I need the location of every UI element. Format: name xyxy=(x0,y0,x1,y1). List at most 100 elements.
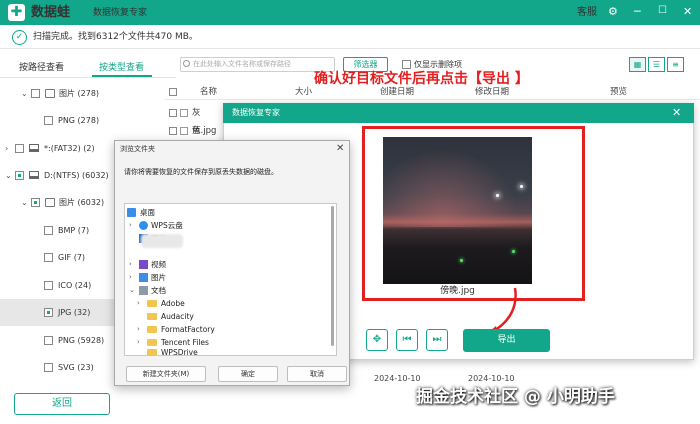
search-input[interactable]: 在此处输入文件名称或保存路径 xyxy=(180,57,335,72)
image-file-icon xyxy=(180,127,188,135)
tree-item-label: SVG (23) xyxy=(58,363,94,372)
folder-label: Audacity xyxy=(161,312,194,321)
detail-view-icon[interactable]: ≡ xyxy=(667,57,684,72)
previous-icon[interactable]: ⏮ xyxy=(396,329,418,351)
customer-service-link[interactable]: 客服 xyxy=(577,6,597,19)
folder-icon xyxy=(147,300,157,307)
chevron-down-icon[interactable]: ⌄ xyxy=(21,80,28,107)
street-light xyxy=(496,194,499,197)
tree-item-label: PNG (278) xyxy=(58,116,100,125)
minimize-icon[interactable]: ─ xyxy=(634,5,641,18)
checkbox[interactable] xyxy=(31,198,40,207)
folder-label: 图片 xyxy=(151,273,166,282)
created-date: 2024-10-10 xyxy=(374,374,421,383)
list-view-icon[interactable]: ☰ xyxy=(648,57,665,72)
folder-label: FormatFactory xyxy=(161,325,215,334)
instruction-annotation: 确认好目标文件后再点击【导出 】 xyxy=(314,71,529,87)
folder-icon xyxy=(147,313,157,320)
settings-icon[interactable]: ⚙ xyxy=(608,5,618,18)
scan-status-text: 扫描完成。找到6312个文件共470 MB。 xyxy=(33,32,198,42)
chevron-down-icon[interactable]: ⌄ xyxy=(129,284,135,297)
column-preview: 预览 xyxy=(610,87,628,97)
document-icon xyxy=(139,286,148,295)
folder-label: Adobe xyxy=(161,299,185,308)
checkbox[interactable] xyxy=(15,171,24,180)
browse-dialog-prompt: 请你将需要恢复的文件保存到原丢失数据的磁盘。 xyxy=(124,168,278,176)
tree-item-label: D:(NTFS) (6032) xyxy=(44,171,109,180)
desktop-icon xyxy=(127,208,136,217)
file-row[interactable]: 蓝天.jpg xyxy=(164,122,224,154)
checkbox[interactable] xyxy=(44,281,53,290)
column-name[interactable]: 名称 xyxy=(200,84,217,100)
chevron-right-icon[interactable]: › xyxy=(129,271,132,284)
cancel-button[interactable]: 取消 xyxy=(287,366,347,382)
file-row[interactable]: 灰色.jpg xyxy=(164,104,224,136)
video-icon xyxy=(139,260,148,269)
cloud-icon xyxy=(139,221,148,230)
folder-label: 文档 xyxy=(151,286,166,295)
tab-by-path[interactable]: 按路径查看 xyxy=(19,62,64,74)
chevron-down-icon[interactable]: ⌄ xyxy=(5,162,12,189)
checkbox[interactable] xyxy=(44,336,53,345)
chevron-right-icon[interactable]: › xyxy=(129,219,132,232)
drive-icon xyxy=(29,171,39,179)
tree-item-label: GIF (7) xyxy=(58,253,86,262)
close-icon[interactable]: ✕ xyxy=(672,106,681,119)
traffic-light xyxy=(460,259,463,262)
search-icon xyxy=(183,60,190,67)
folder-icon xyxy=(147,339,157,346)
checkbox[interactable] xyxy=(44,308,53,317)
folder-tree[interactable]: 桌面 › WPS云盘 图库 › 视频 › 图片 ⌄ 文档 › Adobe Aud… xyxy=(124,203,337,357)
chevron-right-icon[interactable]: › xyxy=(137,297,140,310)
close-icon[interactable]: ✕ xyxy=(683,5,692,18)
tree-item-label: BMP (7) xyxy=(58,226,90,235)
image-folder-icon xyxy=(45,198,55,207)
folder-label: WPS云盘 xyxy=(151,221,183,230)
chevron-right-icon[interactable]: › xyxy=(129,258,132,271)
tree-item-label: ICO (24) xyxy=(58,281,92,290)
chevron-down-icon[interactable]: ⌄ xyxy=(21,189,28,216)
checkbox[interactable] xyxy=(15,144,24,153)
checkbox[interactable] xyxy=(44,226,53,235)
folder-label: 桌面 xyxy=(140,208,155,217)
select-all-checkbox[interactable] xyxy=(169,88,177,96)
checkbox[interactable] xyxy=(169,109,177,117)
tree-item-label: JPG (32) xyxy=(58,308,91,317)
only-deleted-checkbox[interactable] xyxy=(402,60,411,69)
tree-item-png[interactable]: PNG (278) xyxy=(0,107,176,134)
tree-item-images[interactable]: ⌄ 图片 (278) xyxy=(0,80,176,107)
chevron-right-icon[interactable]: › xyxy=(5,135,8,162)
scrollbar[interactable] xyxy=(331,206,334,346)
back-button[interactable]: 返回 xyxy=(14,393,110,415)
export-button[interactable]: 导出 xyxy=(463,329,550,352)
column-size[interactable]: 大小 xyxy=(295,84,312,100)
chevron-right-icon[interactable]: › xyxy=(137,323,140,336)
grid-view-icon[interactable]: ▦ xyxy=(629,57,646,72)
tab-by-type[interactable]: 按类型查看 xyxy=(99,62,144,74)
tree-item-label: 图片 (278) xyxy=(59,89,100,98)
app-logo-icon: ✚ xyxy=(8,4,25,21)
ok-button[interactable]: 确定 xyxy=(218,366,278,382)
checkbox[interactable] xyxy=(44,116,53,125)
preview-image-glow xyxy=(383,137,532,262)
watermark: 掘金技术社区 @ 小明助手 xyxy=(416,387,615,407)
fit-to-view-icon[interactable]: ✥ xyxy=(366,329,388,351)
image-folder-icon xyxy=(45,89,55,98)
folder-icon xyxy=(147,326,157,333)
picture-icon xyxy=(139,273,148,282)
check-icon: ✓ xyxy=(12,30,27,45)
image-file-icon xyxy=(180,109,188,117)
preview-dialog-title: 数据恢复专家 xyxy=(223,103,694,123)
checkbox[interactable] xyxy=(169,127,177,135)
modified-date: 2024-10-10 xyxy=(468,374,515,383)
next-icon[interactable]: ⏭ xyxy=(426,329,448,351)
street-light xyxy=(520,185,523,188)
tree-item-label: PNG (5928) xyxy=(58,336,105,345)
maximize-icon[interactable]: ☐ xyxy=(658,4,667,17)
checkbox[interactable] xyxy=(44,253,53,262)
checkbox[interactable] xyxy=(44,363,53,372)
new-folder-button[interactable]: 新建文件夹(M) xyxy=(126,366,206,382)
close-icon[interactable]: ✕ xyxy=(336,143,344,155)
chevron-right-icon[interactable]: › xyxy=(137,336,140,349)
checkbox[interactable] xyxy=(31,89,40,98)
